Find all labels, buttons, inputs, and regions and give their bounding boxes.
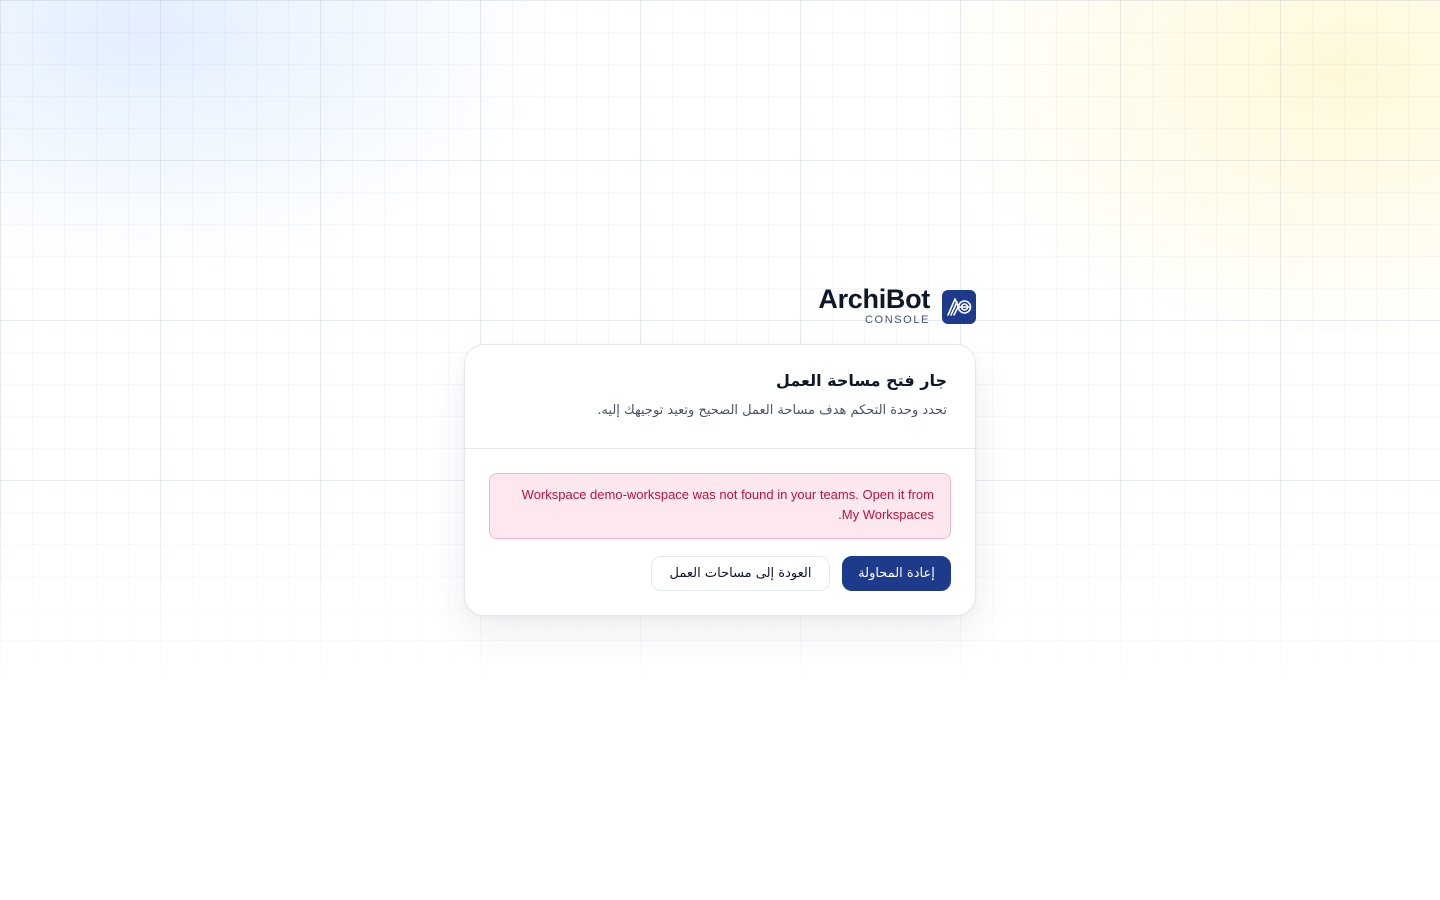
brand-header: ArchiBot CONSOLE <box>810 286 976 326</box>
card-actions: إعادة المحاولة العودة إلى مساحات العمل <box>489 556 951 591</box>
card-description: تحدد وحدة التحكم هدف مساحة العمل الصحيح … <box>597 403 947 418</box>
archibot-logo-icon <box>942 290 976 324</box>
card-body: Workspace demo-workspace was not found i… <box>465 449 975 591</box>
card-title: جار فتح مساحة العمل <box>776 371 947 390</box>
back-to-workspaces-button[interactable]: العودة إلى مساحات العمل <box>651 556 830 591</box>
brand-name: ArchiBot <box>818 284 930 314</box>
retry-button[interactable]: إعادة المحاولة <box>842 556 951 591</box>
brand-wordmark: ArchiBot CONSOLE <box>818 284 930 327</box>
error-alert: Workspace demo-workspace was not found i… <box>489 473 951 539</box>
brand-subtitle: CONSOLE <box>865 314 930 326</box>
card-header: جار فتح مساحة العمل تحدد وحدة التحكم هدف… <box>465 345 975 449</box>
workspace-open-card: جار فتح مساحة العمل تحدد وحدة التحكم هدف… <box>464 344 976 616</box>
